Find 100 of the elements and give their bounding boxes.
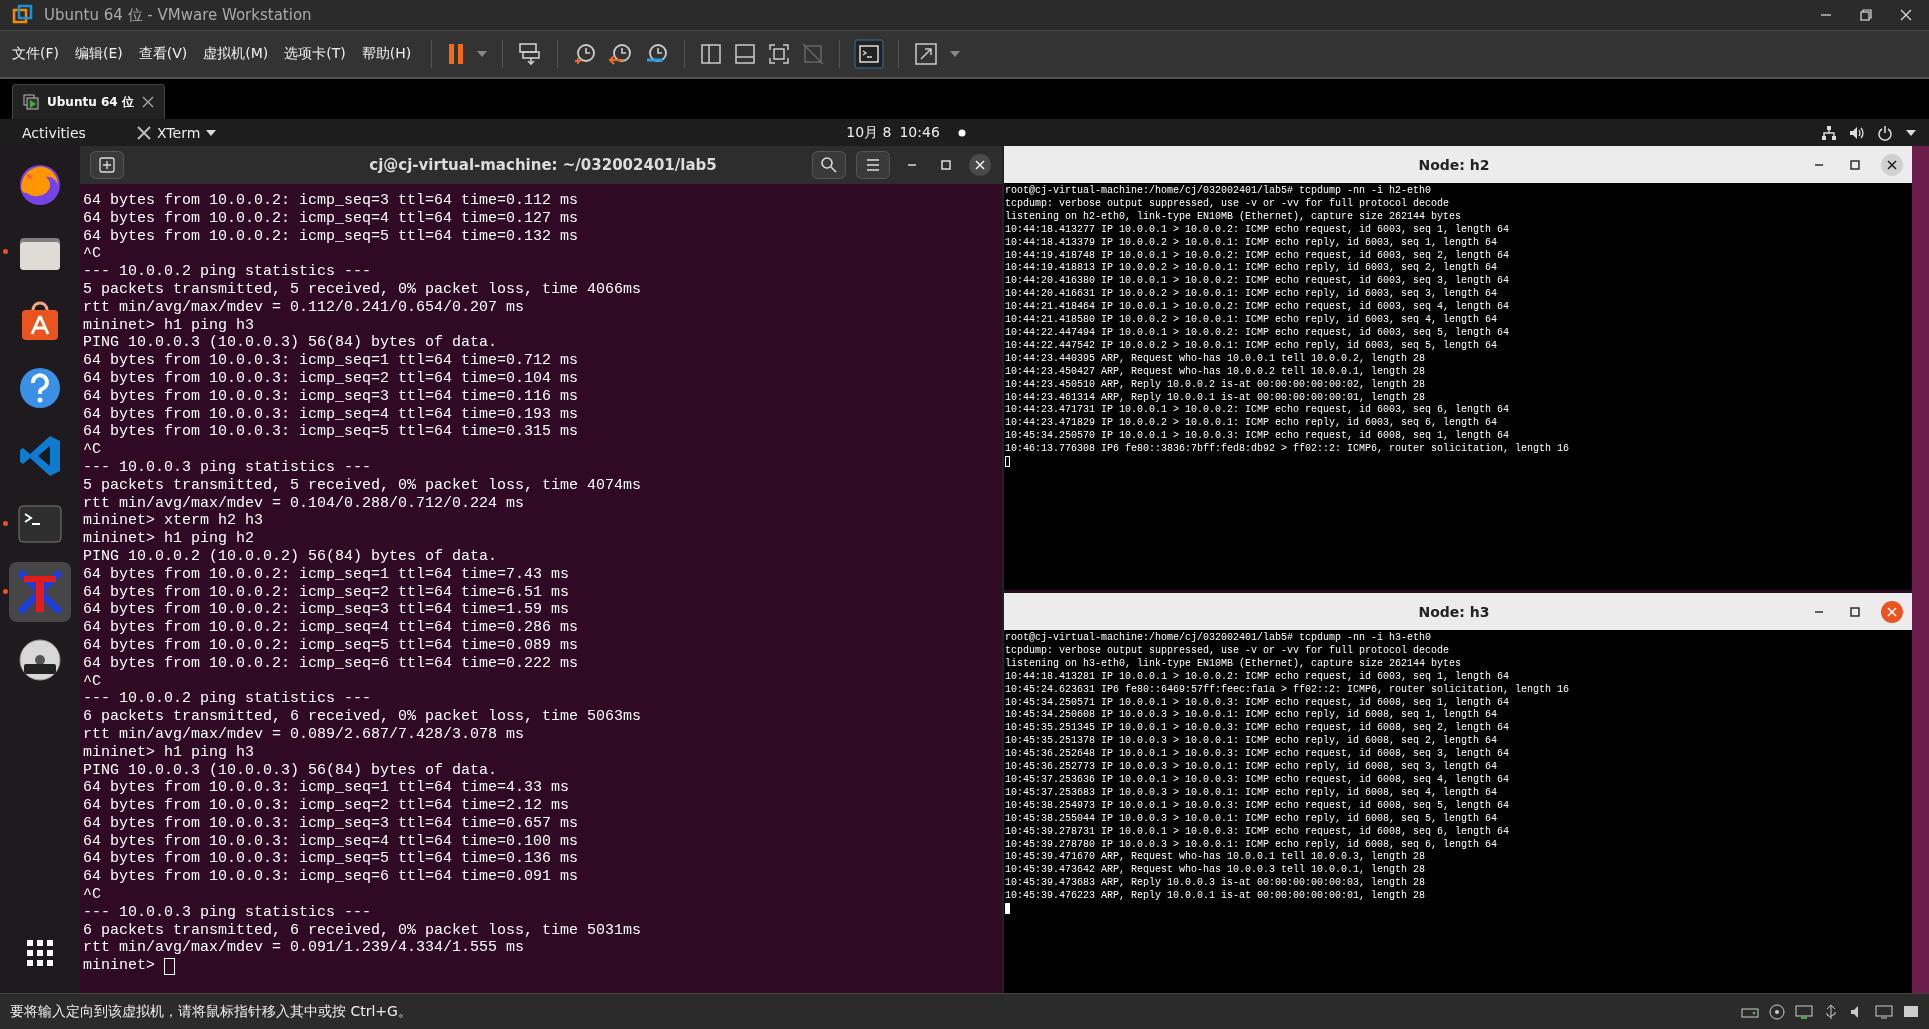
terminal-line: 10:45:24.623631 IP6 fe80::6469:57ff:feec:fa1a > ff02::2: ICMP6, router solicitation, length 16	[1005, 683, 1571, 697]
terminal-line: 10:45:39.473683 ARP, Reply 10.0.0.3 is-at 00:00:00:00:00:03, length 28	[1005, 877, 1427, 890]
menu-item[interactable]: 编辑(E)	[75, 45, 123, 63]
terminal-line: 10:45:37.253683 IP 10.0.0.3 > 10.0.0.1: ICMP echo reply, id 6008, seq 4, length 64	[1005, 786, 1499, 800]
xterm-title: Node: h2	[1417, 156, 1491, 173]
terminal-line: 5 packets transmitted, 5 received, 0% packet loss, time 4074ms	[83, 476, 643, 495]
terminal-line: mininet> h1 ping h3	[83, 316, 256, 335]
terminal-line: listening on h2-eth0, link-type EN10MB (Ethernet), capture size 262144 bytes	[1005, 210, 1463, 224]
terminal-line: 10:44:22.447494 IP 10.0.0.1 > 10.0.0.2: ICMP echo request, id 6003, seq 5, length 64	[1005, 326, 1511, 340]
menu-icon[interactable]	[856, 151, 890, 179]
thumbnail-view-icon[interactable]	[733, 42, 758, 66]
sidebar-view-icon[interactable]	[699, 42, 724, 66]
restore-icon[interactable]	[1859, 8, 1873, 22]
close-icon[interactable]	[1880, 152, 1904, 177]
terminal-line: 10:44:23.440395 ARP, Request who-has 10.0.0.1 tell 10.0.0.2, length 28	[1005, 352, 1427, 366]
display-icon[interactable]	[1875, 1003, 1893, 1020]
terminal-line: 64 bytes from 10.0.0.3: icmp_seq=2 ttl=64 time=0.104 ms	[83, 369, 580, 388]
clock[interactable]: 10月 8 10:46	[846, 123, 940, 142]
terminal-line: 64 bytes from 10.0.0.3: icmp_seq=4 ttl=64 time=0.193 ms	[83, 405, 580, 424]
text-cursor	[164, 957, 175, 975]
stretch-icon[interactable]	[913, 41, 940, 67]
xterm-title: Node: h3	[1417, 603, 1491, 620]
terminal-line: 10:45:35.251345 IP 10.0.0.1 > 10.0.0.3: ICMP echo request, id 6008, seq 2, length 64	[1005, 722, 1511, 735]
terminal-line: 10:45:36.252773 IP 10.0.0.3 > 10.0.0.1: ICMP echo reply, id 6008, seq 3, length 64	[1005, 761, 1499, 774]
terminal-line: PING 10.0.0.2 (10.0.0.2) 56(84) bytes of data.	[83, 547, 499, 566]
disc-icon[interactable]	[1769, 1003, 1785, 1020]
terminal-line: 10:45:39.476223 ARP, Reply 10.0.0.1 is-at 00:00:00:00:00:01, length 28	[1005, 890, 1427, 904]
terminal-title: cj@cj-virtual-machine: ~/032002401/lab5	[368, 156, 718, 174]
caret-icon[interactable]	[1905, 128, 1917, 137]
terminal-line: --- 10.0.0.3 ping statistics ---	[83, 903, 373, 922]
terminal-line: 10:45:39.471670 ARP, Request who-has 10.0.0.1 tell 10.0.0.3, length 28	[1005, 851, 1427, 864]
close-icon[interactable]	[141, 96, 154, 108]
power-icon[interactable]	[1877, 124, 1893, 141]
terminal-line: 6 packets transmitted, 6 received, 0% packet loss, time 5031ms	[83, 921, 643, 940]
terminal-line: 10:44:20.416631 IP 10.0.0.2 > 10.0.0.1: ICMP echo reply, id 6003, seq 3, length 64	[1005, 288, 1499, 301]
network-icon[interactable]	[1795, 1003, 1813, 1020]
xterm-icon	[137, 125, 151, 140]
terminal-line: tcpdump: verbose output suppressed, use -v or -vv for full protocol decode	[1005, 644, 1451, 658]
terminal-line: rtt min/avg/max/mdev = 0.112/0.241/0.654/0.207 ms	[83, 298, 526, 317]
terminal-line: 64 bytes from 10.0.0.3: icmp_seq=2 ttl=64 time=2.12 ms	[83, 797, 571, 815]
terminal-line: mininet> h1 ping h3	[83, 743, 256, 762]
usb-icon[interactable]	[1823, 1003, 1839, 1020]
terminal-line: 10:45:37.253636 IP 10.0.0.1 > 10.0.0.3: ICMP echo request, id 6008, seq 4, length 64	[1005, 773, 1511, 787]
terminal-line: 64 bytes from 10.0.0.2: icmp_seq=5 ttl=64 time=0.089 ms	[83, 636, 580, 655]
terminal-line: 64 bytes from 10.0.0.3: icmp_seq=3 ttl=64 time=0.657 ms	[83, 814, 580, 833]
terminal-line: 5 packets transmitted, 5 received, 0% packet loss, time 4066ms	[83, 281, 643, 299]
activities-button[interactable]: Activities	[22, 124, 117, 141]
terminal-line: 10:44:19.418813 IP 10.0.0.2 > 10.0.0.1: ICMP echo reply, id 6003, seq 2, length 64	[1005, 262, 1499, 275]
terminal-line: 10:45:38.255044 IP 10.0.0.3 > 10.0.0.1: ICMP echo reply, id 6008, seq 5, length 64	[1005, 812, 1499, 826]
menu-item[interactable]: 文件(F)	[12, 45, 59, 63]
terminal-line: ^C	[83, 886, 102, 904]
search-icon[interactable]	[812, 151, 846, 179]
terminal-line: 10:44:21.418464 IP 10.0.0.1 > 10.0.0.2: ICMP echo request, id 6003, seq 4, length 64	[1005, 301, 1511, 314]
terminal-line: 64 bytes from 10.0.0.2: icmp_seq=5 ttl=64 time=0.132 ms	[83, 227, 580, 246]
terminal-line: 64 bytes from 10.0.0.3: icmp_seq=6 ttl=64 time=0.091 ms	[83, 868, 580, 887]
terminal-line: --- 10.0.0.3 ping statistics ---	[83, 458, 373, 477]
network-icon[interactable]	[1821, 124, 1837, 141]
terminal-line: ^C	[83, 245, 102, 264]
terminal-line: 64 bytes from 10.0.0.3: icmp_seq=1 ttl=64 time=0.712 ms	[83, 352, 580, 370]
new-tab-icon[interactable]	[90, 151, 124, 179]
terminal-line: 10:46:13.776308 IP6 fe80::3836:7bff:fed8:db92 > ff02::2: ICMP6, router solicitation, length 16	[1005, 443, 1571, 457]
vm-tab[interactable]: Ubuntu 64 位	[12, 84, 165, 119]
close-icon[interactable]	[968, 153, 992, 177]
terminal-line: --- 10.0.0.2 ping statistics ---	[83, 690, 373, 709]
menu-item[interactable]: 帮助(H)	[361, 45, 412, 63]
terminal-line: 64 bytes from 10.0.0.2: icmp_seq=6 ttl=64 time=0.222 ms	[83, 654, 580, 673]
terminal-line: 10:45:34.250608 IP 10.0.0.3 > 10.0.0.1: ICMP echo reply, id 6008, seq 1, length 64	[1005, 709, 1499, 722]
terminal-line: --- 10.0.0.2 ping statistics ---	[83, 263, 373, 281]
terminal-line: 10:44:23.450510 ARP, Reply 10.0.0.2 is-at 00:00:00:00:00:02, length 28	[1005, 378, 1427, 392]
disc-icon	[18, 638, 62, 682]
terminal-line: 10:45:38.254973 IP 10.0.0.1 > 10.0.0.3: ICMP echo request, id 6008, seq 5, length 64	[1005, 799, 1511, 813]
terminal-line: 64 bytes from 10.0.0.2: icmp_seq=4 ttl=64 time=0.127 ms	[83, 209, 580, 228]
console-view-icon[interactable]	[854, 39, 885, 69]
status-message: 要将输入定向到该虚拟机，请将鼠标指针移入其中或按 Ctrl+G。	[10, 1002, 413, 1021]
terminal-line: 64 bytes from 10.0.0.2: icmp_seq=1 ttl=64 time=7.43 ms	[83, 565, 571, 584]
terminal-line: mininet> h1 ping h2	[83, 530, 256, 548]
app-menu[interactable]: XTerm	[137, 124, 217, 141]
terminal-line: 10:44:18.413281 IP 10.0.0.1 > 10.0.0.2: ICMP echo request, id 6003, seq 1, length 64	[1005, 670, 1511, 684]
menu-item[interactable]: 查看(V)	[138, 45, 188, 63]
caret-icon	[206, 129, 217, 136]
terminal-line: 10:44:23.471829 IP 10.0.0.2 > 10.0.0.1: ICMP echo reply, id 6003, seq 6, length 64	[1005, 417, 1499, 430]
fullscreen-icon[interactable]	[767, 42, 792, 66]
terminal-line: root@cj-virtual-machine:/home/cj/032002401/lab5# tcpdump -nn -i h2-eth0	[1005, 185, 1433, 198]
terminal-line: 64 bytes from 10.0.0.3: icmp_seq=1 ttl=64 time=4.33 ms	[83, 779, 571, 798]
message-icon[interactable]	[1903, 1003, 1919, 1020]
terminal-line: 64 bytes from 10.0.0.2: icmp_seq=2 ttl=64 time=6.51 ms	[83, 583, 571, 602]
menu-item[interactable]: 虚拟机(M)	[203, 45, 269, 63]
terminal-line: 64 bytes from 10.0.0.2: icmp_seq=4 ttl=64 time=0.286 ms	[83, 619, 580, 637]
text-cursor	[1005, 456, 1010, 468]
terminal-line: 10:45:39.278780 IP 10.0.0.3 > 10.0.0.1: ICMP echo reply, id 6008, seq 6, length 64	[1005, 838, 1499, 851]
terminal-prompt: mininet>	[83, 957, 155, 976]
vmware-logo-icon	[12, 4, 34, 26]
help-icon	[18, 366, 62, 410]
terminal-line: 10:44:19.418748 IP 10.0.0.1 > 10.0.0.2: ICMP echo request, id 6003, seq 2, length 64	[1005, 249, 1511, 262]
xterm-icon	[16, 568, 64, 616]
terminal-line: 10:44:23.461314 ARP, Reply 10.0.0.1 is-at 00:00:00:00:00:01, length 28	[1005, 391, 1427, 404]
menu-item[interactable]: 选项卡(T)	[284, 45, 346, 63]
terminal-line: 6 packets transmitted, 6 received, 0% packet loss, time 5063ms	[83, 708, 643, 726]
terminal-line: 10:44:23.450427 ARP, Request who-has 10.0.0.2 tell 10.0.0.1, length 28	[1005, 365, 1427, 379]
terminal-line: 10:44:18.413277 IP 10.0.0.1 > 10.0.0.2: ICMP echo request, id 6003, seq 1, length 64	[1005, 223, 1511, 237]
